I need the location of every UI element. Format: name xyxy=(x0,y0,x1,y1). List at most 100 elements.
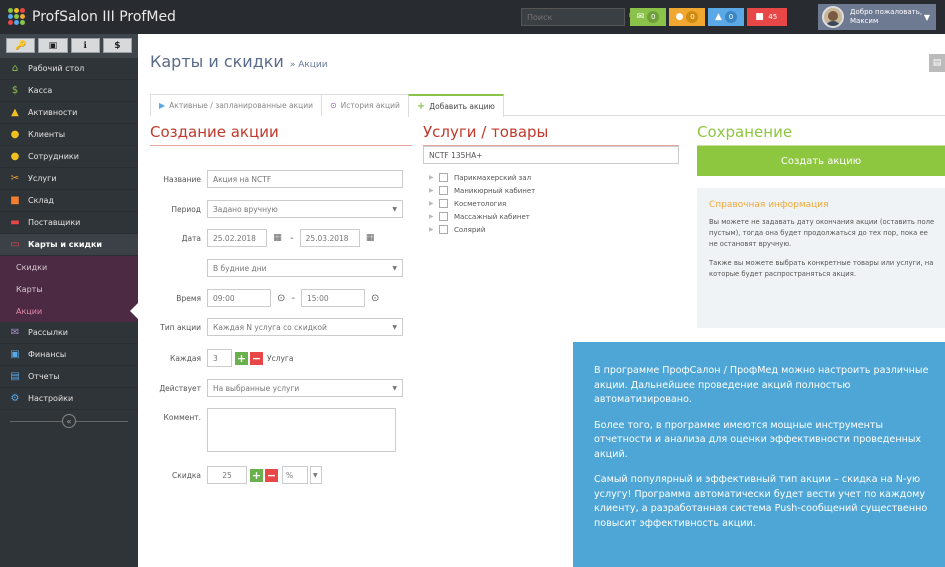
card-icon: ▭ xyxy=(10,239,20,250)
sidebar-item-label: Поставщики xyxy=(28,218,81,227)
applies-label: Действует xyxy=(159,383,201,393)
scissors-icon: ✂ xyxy=(10,173,20,184)
expand-icon[interactable]: ▶ xyxy=(429,200,439,207)
sidebar-item[interactable]: ⌂ Рабочий стол xyxy=(0,58,138,80)
sidebar-subitem-promotions[interactable]: Акции xyxy=(0,300,138,322)
sidebar-subitem-cards[interactable]: Карты xyxy=(0,278,138,300)
bell-icon: ▲ xyxy=(11,107,19,118)
messages-count: 0 xyxy=(647,11,660,23)
users-icon: ● xyxy=(10,129,20,140)
calendar-icon[interactable]: ▦ xyxy=(364,232,377,244)
print-button[interactable]: ▤ xyxy=(929,54,945,72)
expand-icon[interactable]: ▶ xyxy=(429,187,439,194)
box-icon: ■ xyxy=(10,195,20,206)
checkbox[interactable] xyxy=(439,186,448,195)
breadcrumb[interactable]: » Акции xyxy=(290,60,328,70)
sidebar-collapse[interactable]: « xyxy=(0,410,138,432)
clock-icon[interactable]: ⊙ xyxy=(277,293,285,304)
tab-history[interactable]: ⊙ История акций xyxy=(320,94,409,116)
checkbox[interactable] xyxy=(439,225,448,234)
sidebar-item[interactable]: ✂ Услуги xyxy=(0,168,138,190)
sidebar-item[interactable]: ⚙ Настройки xyxy=(0,388,138,410)
tree-item[interactable]: ▶ Солярий xyxy=(423,223,679,236)
period-select[interactable]: Задано вручную ▼ xyxy=(207,200,403,218)
time-label: Время xyxy=(176,293,201,303)
create-promotion-button[interactable]: Создать акцию xyxy=(697,146,945,176)
increment-button[interactable]: + xyxy=(235,351,248,365)
date-from-input[interactable]: 25.02.2018 xyxy=(207,229,267,247)
sidebar-item[interactable]: ✉ Рассылки xyxy=(0,322,138,344)
discount-input[interactable]: 25 xyxy=(207,466,247,484)
applies-select[interactable]: На выбранные услуги ▼ xyxy=(207,379,403,397)
days-select[interactable]: В будние дни ▼ xyxy=(207,259,403,277)
sidebar-item[interactable]: $ Касса xyxy=(0,80,138,102)
checkbox[interactable] xyxy=(439,212,448,221)
window-button[interactable]: ▣ xyxy=(38,38,68,53)
tree-item[interactable]: ▶ Маникюрный кабинет xyxy=(423,184,679,197)
discount-label: Скидка xyxy=(172,470,201,480)
time-to-input[interactable]: 15:00 xyxy=(301,289,365,307)
sidebar-item[interactable]: ▤ Отчеты xyxy=(0,366,138,388)
info-text: Также вы можете выбрать конкретные товар… xyxy=(709,259,934,278)
decrement-button[interactable]: − xyxy=(250,351,263,365)
name-input[interactable]: Акция на NCTF xyxy=(207,170,403,188)
messages-button[interactable]: ✉ 0 xyxy=(630,8,666,26)
tree-item[interactable]: ▶ Косметология xyxy=(423,197,679,210)
info-button[interactable]: ℹ xyxy=(70,38,100,53)
home-icon: ⌂ xyxy=(11,63,19,74)
tab-active-promotions[interactable]: ▶ Активные / запланированные акции xyxy=(150,94,322,116)
every-input[interactable]: 3 xyxy=(207,349,232,367)
comments-button[interactable]: ● 0 xyxy=(669,8,705,26)
clock-icon[interactable]: ⊙ xyxy=(371,293,379,304)
expand-icon[interactable]: ▶ xyxy=(429,226,439,233)
gears-icon: ⚙ xyxy=(10,393,20,404)
sidebar-item[interactable]: ● Сотрудники xyxy=(0,146,138,168)
comment-textarea[interactable] xyxy=(207,408,396,452)
expand-icon[interactable]: ▶ xyxy=(429,213,439,220)
sidebar-item-label: Услуги xyxy=(28,174,57,183)
tree-item[interactable]: ▶ Массажный кабинет xyxy=(423,210,679,223)
search-box[interactable]: 🔍︎ xyxy=(521,8,641,26)
logo-icon xyxy=(8,8,26,26)
sidebar-subitem-discounts[interactable]: Скидки xyxy=(0,256,138,278)
form-title: Создание акции xyxy=(150,123,412,146)
sidebar: 🔑 ▣ ℹ $ ⌂ Рабочий стол $ Касса ▲ Активности ● К… xyxy=(0,34,138,567)
sidebar-item[interactable]: ● Клиенты xyxy=(0,124,138,146)
sidebar-item-label: Клиенты xyxy=(28,130,66,139)
sidebar-item[interactable]: ▣ Финансы xyxy=(0,344,138,366)
sidebar-item[interactable]: ■ Склад xyxy=(0,190,138,212)
discount-increment-button[interactable]: + xyxy=(250,468,263,482)
sidebar-item-label: Отчеты xyxy=(28,372,60,381)
print-icon: ▤ xyxy=(932,58,942,68)
tree-item[interactable]: ▶ Парикмахерский зал xyxy=(423,171,679,184)
checkbox[interactable] xyxy=(439,173,448,182)
discount-decrement-button[interactable]: − xyxy=(265,468,278,482)
user-greeting: Добро пожаловать, xyxy=(850,8,923,16)
expand-icon[interactable]: ▶ xyxy=(429,174,439,181)
sidebar-item[interactable]: ▭ Карты и скидки xyxy=(0,234,138,256)
checkbox[interactable] xyxy=(439,199,448,208)
brand[interactable]: ProfSalon III ProfMed xyxy=(0,8,176,26)
calendar-icon[interactable]: ▦ xyxy=(271,232,284,244)
gift-icon: ■ xyxy=(755,12,764,22)
gifts-button[interactable]: ■ 45 xyxy=(747,8,787,26)
key-button[interactable]: 🔑 xyxy=(6,38,36,53)
chevron-down-icon[interactable]: ▼ xyxy=(310,466,322,484)
user-menu[interactable]: Добро пожаловать, Максим ▼ xyxy=(818,4,936,30)
bell-icon: ▲ xyxy=(715,12,722,22)
services-search-input[interactable]: NCTF 135HA+ xyxy=(423,146,679,164)
notifications-button[interactable]: ▲ 0 xyxy=(708,8,744,26)
search-input[interactable] xyxy=(522,12,628,22)
cash-button[interactable]: $ xyxy=(102,38,132,53)
sidebar-item[interactable]: ▬ Поставщики xyxy=(0,212,138,234)
date-to-input[interactable]: 25.03.2018 xyxy=(299,229,360,247)
type-select[interactable]: Каждая N услуга со скидкой ▼ xyxy=(207,318,403,336)
discount-unit-select[interactable]: % xyxy=(282,466,308,484)
comments-count: 0 xyxy=(686,11,699,23)
info-title: Справочная информация xyxy=(709,200,829,210)
time-from-input[interactable]: 09:00 xyxy=(207,289,271,307)
sidebar-item[interactable]: ▲ Активности xyxy=(0,102,138,124)
sidebar-item-label: Активности xyxy=(28,108,78,117)
truck-icon: ▬ xyxy=(10,217,20,228)
tab-add-promotion[interactable]: + Добавить акцию xyxy=(407,94,504,117)
